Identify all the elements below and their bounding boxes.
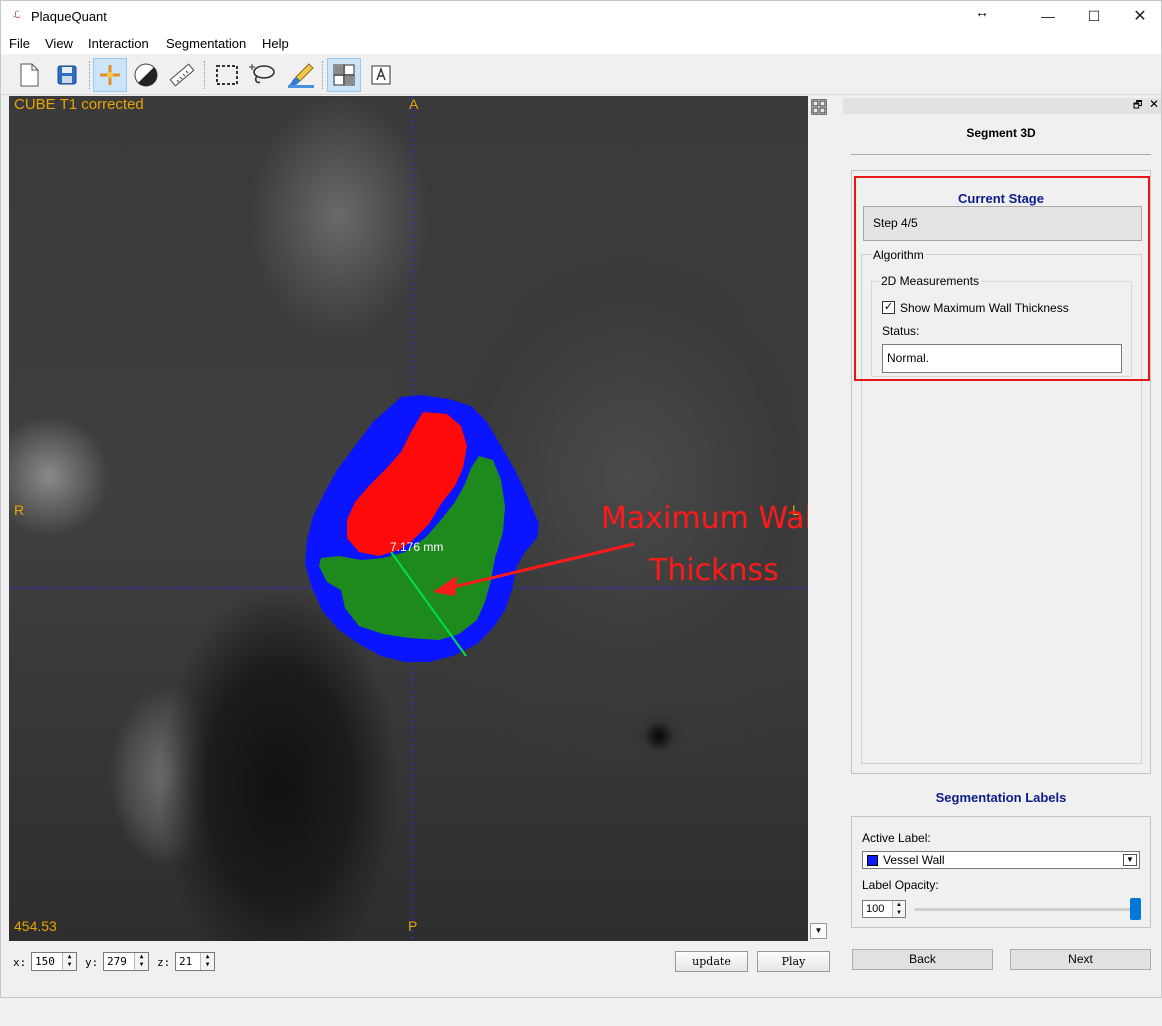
label-settings-group: Active Label: Vessel Wall ▼ Label Opacit… [851, 816, 1151, 928]
x-coord-label: x: [13, 956, 27, 969]
label-opacity-value: 100 [866, 903, 885, 915]
window-value: 454.53 [14, 918, 57, 934]
y-coord-label: y: [85, 956, 99, 969]
segment-3d-panel: 🗗 ✕ Segment 3D Current Stage Step 4/5 Al… [841, 96, 1161, 996]
window-level-button[interactable] [129, 58, 163, 92]
z-coord-value: 21 [179, 955, 193, 968]
text-annotation-button[interactable] [364, 58, 398, 92]
y-coord-spinbox[interactable]: 279 ▲ ▼ [103, 952, 149, 971]
toolbar-separator [89, 61, 90, 89]
brush-icon [288, 63, 314, 88]
app-window: ℒ PlaqueQuant ↔ — ☐ ✕ File View Interact… [0, 0, 1162, 998]
panel-heading: Segment 3D [966, 126, 1036, 140]
opacity-slider-handle[interactable] [1130, 898, 1141, 920]
lasso-button[interactable] [246, 58, 280, 92]
navigation-tool-button[interactable] [93, 58, 127, 92]
toolbar-separator [322, 61, 323, 89]
label-opacity-spinbox[interactable]: 100 ▲ ▼ [862, 900, 906, 918]
spin-arrows-icon[interactable]: ▲ ▼ [62, 953, 76, 970]
segmentation-labels-group: Active Label: Vessel Wall ▼ Label Opacit… [851, 816, 1151, 1026]
play-button[interactable]: Play [757, 951, 830, 972]
menu-file[interactable]: File [9, 36, 30, 51]
save-icon [57, 65, 77, 85]
update-button[interactable]: update [675, 951, 748, 972]
quad-view-icon [812, 100, 826, 114]
next-button[interactable]: Next [1010, 949, 1151, 970]
measurement-label: 7.176 mm [390, 540, 444, 554]
orientation-top: A [409, 96, 419, 112]
orientation-bottom: P [408, 918, 418, 934]
menu-interaction[interactable]: Interaction [88, 36, 149, 51]
minimize-button[interactable]: — [1025, 1, 1071, 32]
slice-scroll-down[interactable]: ▼ [810, 923, 827, 939]
label-opacity-title: Label Opacity: [862, 878, 939, 892]
menu-help[interactable]: Help [262, 36, 289, 51]
spin-arrows-icon[interactable]: ▲ ▼ [892, 901, 905, 917]
save-button[interactable] [50, 58, 84, 92]
active-label-title: Active Label: [862, 831, 931, 845]
menu-view[interactable]: View [45, 36, 73, 51]
highlight-box [854, 176, 1150, 381]
spin-arrows-icon[interactable]: ▲ ▼ [200, 953, 214, 970]
toolbar [1, 55, 1161, 95]
crosshair-icon [100, 65, 120, 85]
menu-bar: File View Interaction Segmentation Help [1, 32, 1161, 54]
active-label-dropdown[interactable]: Vessel Wall ▼ [862, 851, 1140, 869]
rect-select-button[interactable] [210, 58, 244, 92]
undock-icon[interactable]: 🗗 [1133, 98, 1142, 115]
z-coord-spinbox[interactable]: 21 ▲ ▼ [175, 952, 215, 971]
opacity-slider-track[interactable] [914, 908, 1136, 911]
annotation-text-line1: Maximum Wall [601, 501, 808, 536]
image-viewer[interactable]: CUBE T1 corrected A R L P 454.53 7.176 m… [9, 96, 808, 941]
x-coord-value: 150 [35, 955, 55, 968]
segmentation-labels-title: Segmentation Labels [935, 790, 1067, 805]
viewer-layout-toggle[interactable] [811, 99, 827, 115]
close-button[interactable]: ✕ [1117, 1, 1162, 32]
panel-titlebar: 🗗 ✕ [843, 97, 1161, 115]
label-color-swatch [867, 855, 878, 866]
divider [851, 154, 1151, 155]
toolbar-separator [204, 61, 205, 89]
chevron-down-icon[interactable]: ▼ [1123, 854, 1137, 866]
annotation-text-line2: Thicknss [649, 553, 779, 588]
new-file-icon [20, 63, 39, 87]
text-box-icon [371, 65, 391, 85]
contrast-icon [134, 63, 158, 87]
lasso-icon [249, 64, 275, 84]
resize-arrows-icon[interactable]: ↔ [975, 4, 989, 20]
spin-arrows-icon[interactable]: ▲ ▼ [134, 953, 148, 970]
viewer-series-title: CUBE T1 corrected [14, 96, 144, 113]
active-label-value: Vessel Wall [883, 853, 945, 867]
new-file-button[interactable] [12, 58, 46, 92]
brush-button[interactable] [284, 58, 318, 92]
app-title: PlaqueQuant [31, 9, 107, 24]
back-button[interactable]: Back [852, 949, 993, 970]
maximize-button[interactable]: ☐ [1071, 1, 1117, 32]
ruler-button[interactable] [165, 58, 199, 92]
app-logo-icon: ℒ [13, 10, 21, 21]
z-coord-label: z: [157, 956, 171, 969]
ruler-icon [169, 63, 195, 87]
menu-segmentation[interactable]: Segmentation [166, 36, 246, 51]
grid-layout-icon [333, 64, 355, 86]
rectangle-select-icon [216, 65, 238, 85]
orientation-left: R [14, 502, 25, 518]
y-coord-value: 279 [107, 955, 127, 968]
layout-button[interactable] [327, 58, 361, 92]
x-coord-spinbox[interactable]: 150 ▲ ▼ [31, 952, 77, 971]
panel-close-icon[interactable]: ✕ [1149, 97, 1159, 111]
title-bar: ℒ PlaqueQuant ↔ — ☐ ✕ [1, 1, 1161, 32]
